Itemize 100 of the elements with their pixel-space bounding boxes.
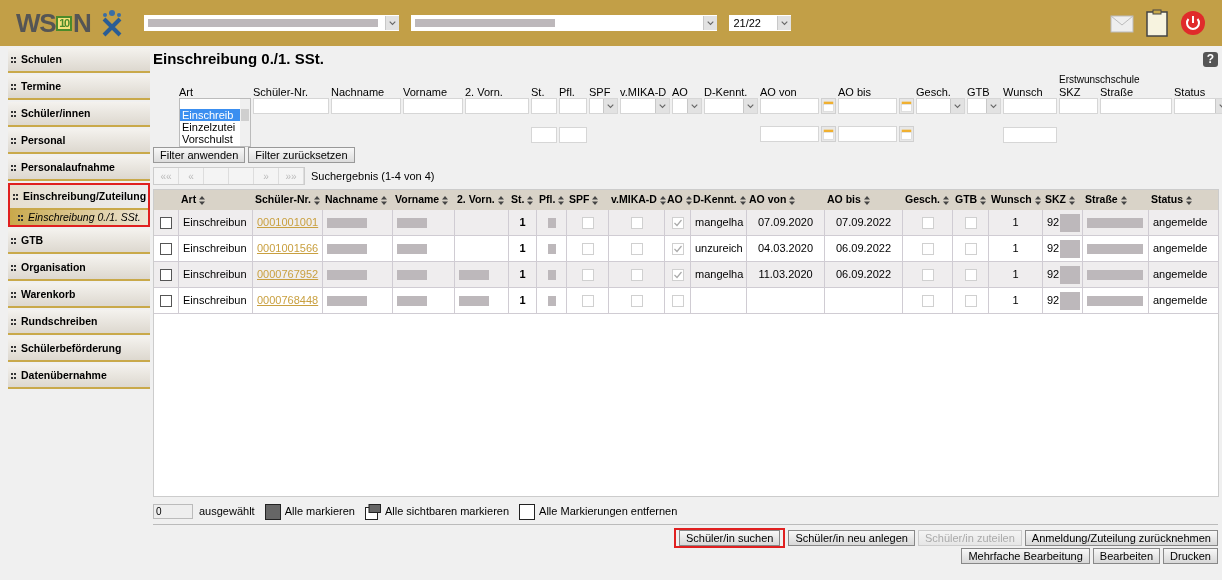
filter-label: SPF — [589, 85, 611, 98]
sort-icon — [739, 195, 746, 205]
input-field[interactable] — [465, 98, 529, 115]
power-icon[interactable] — [1180, 10, 1206, 36]
column-header[interactable]: St. — [508, 192, 536, 208]
sidebar-item[interactable]: Personalaufnahme — [8, 156, 150, 181]
grip-icon — [18, 214, 23, 221]
mark-action[interactable]: Alle sichtbaren markieren — [364, 503, 510, 520]
input-field[interactable] — [1100, 98, 1172, 115]
select-field[interactable] — [1174, 98, 1222, 114]
column-header[interactable]: Schüler-Nr. — [252, 192, 322, 208]
action-button[interactable]: Mehrfache Bearbeitung — [961, 548, 1090, 564]
sidebar-item[interactable]: GTB — [8, 229, 150, 254]
redacted-block — [1060, 213, 1081, 232]
clipboard-icon[interactable] — [1146, 9, 1168, 37]
column-header[interactable]: AO von — [746, 192, 824, 208]
sidebar-item[interactable]: Schüler/innen — [8, 102, 150, 127]
action-button[interactable]: Drucken — [1163, 548, 1218, 564]
calendar-icon[interactable] — [899, 98, 914, 114]
class-select[interactable] — [411, 15, 718, 31]
select-field[interactable] — [620, 98, 670, 114]
mark-action[interactable]: Alle Markierungen entfernen — [519, 503, 678, 520]
input-field[interactable] — [760, 98, 819, 114]
input-field[interactable] — [1059, 98, 1098, 115]
input-field[interactable] — [760, 126, 819, 142]
listbox[interactable]: Einschreib Einzelzutei Vorschulst — [179, 97, 251, 147]
action-button[interactable]: Bearbeiten — [1092, 548, 1161, 564]
sidebar-item[interactable]: Personal — [8, 129, 150, 154]
column-header[interactable]: Status — [1148, 192, 1218, 208]
redacted-block — [1087, 269, 1143, 280]
filled-square-icon — [264, 503, 281, 520]
input-field[interactable] — [403, 98, 463, 115]
checkbox[interactable] — [160, 242, 172, 255]
checkbox[interactable] — [160, 216, 172, 229]
sidebar-item[interactable]: Schulen — [8, 48, 150, 73]
sidebar-item[interactable]: Einschreibung/Zuteilung — [10, 185, 148, 210]
input-field[interactable] — [331, 98, 401, 115]
action-button[interactable]: Schüler/in neu anlegen — [788, 530, 915, 546]
help-button[interactable]: ? — [1203, 51, 1218, 67]
column-header[interactable]: GTB — [952, 192, 988, 208]
input-field[interactable] — [559, 126, 587, 143]
envelope-icon[interactable] — [1110, 13, 1134, 33]
filter-label: Vorname — [403, 85, 448, 98]
input-field[interactable] — [838, 98, 897, 114]
column-header[interactable]: AO bis — [824, 192, 902, 208]
selected-count-field[interactable]: 0 — [153, 504, 193, 519]
input-field[interactable] — [531, 126, 557, 143]
grip-icon — [11, 372, 16, 379]
sidebar-item[interactable]: Rundschreiben — [8, 310, 150, 335]
column-header[interactable]: Straße — [1082, 192, 1148, 208]
column-header[interactable]: AO — [664, 192, 690, 208]
sidebar-subitem[interactable]: Einschreibung 0./1. SSt. — [10, 210, 148, 225]
checkbox[interactable] — [160, 268, 172, 281]
sidebar-item[interactable]: Organisation — [8, 256, 150, 281]
sort-icon — [314, 195, 321, 205]
redacted-block — [1087, 243, 1143, 254]
school-year-select[interactable]: 21/22 — [729, 15, 792, 31]
column-header[interactable]: SPF — [566, 192, 608, 208]
input-field[interactable] — [1003, 126, 1057, 143]
calendar-icon[interactable] — [821, 98, 836, 114]
column-header[interactable]: Pfl. — [536, 192, 566, 208]
column-header[interactable]: SKZ — [1042, 192, 1082, 208]
filter-button[interactable]: Filter zurücksetzen — [248, 147, 355, 163]
scrollbar-thumb[interactable] — [241, 108, 249, 121]
mark-action[interactable]: Alle markieren — [264, 503, 355, 520]
input-field[interactable] — [531, 98, 557, 115]
sidebar-item[interactable]: Termine — [8, 75, 150, 100]
column-header[interactable]: Nachname — [322, 192, 392, 208]
calendar-icon[interactable] — [899, 126, 914, 142]
input-field[interactable] — [838, 126, 897, 142]
listbox-option[interactable]: Einzelzutei — [180, 120, 240, 133]
column-header[interactable]: Vorname — [392, 192, 454, 208]
select-field[interactable] — [916, 98, 965, 114]
action-button[interactable]: Schüler/in suchen — [678, 530, 781, 546]
select-field[interactable] — [589, 98, 618, 114]
calendar-icon[interactable] — [821, 126, 836, 142]
column-header[interactable]: D-Kennt. — [690, 192, 746, 208]
filter-button[interactable]: Filter anwenden — [153, 147, 246, 163]
input-field[interactable] — [253, 98, 329, 115]
select-field[interactable] — [672, 98, 702, 114]
sort-icon — [199, 195, 206, 205]
column-header[interactable]: Art — [178, 192, 252, 208]
action-button[interactable]: Anmeldung/Zuteilung zurücknehmen — [1024, 530, 1218, 546]
column-header[interactable]: Gesch. — [902, 192, 952, 208]
sidebar-item[interactable]: Datenübernahme — [8, 364, 150, 389]
sidebar-item[interactable]: Warenkorb — [8, 283, 150, 308]
input-field[interactable] — [559, 98, 587, 115]
select-field[interactable] — [704, 98, 758, 114]
input-field[interactable] — [1003, 98, 1057, 115]
column-header[interactable]: Wunsch — [988, 192, 1042, 208]
checkbox[interactable] — [160, 294, 172, 307]
redacted-block — [1060, 239, 1081, 258]
column-header[interactable]: 2. Vorn. — [454, 192, 508, 208]
group-label: Erstwunschschule — [1059, 74, 1140, 85]
listbox-option[interactable]: Vorschulst — [180, 132, 240, 145]
school-select[interactable] — [144, 15, 400, 31]
sidebar-item[interactable]: Schülerbeförderung — [8, 337, 150, 362]
redacted-block — [547, 217, 556, 228]
select-field[interactable] — [967, 98, 1001, 114]
column-header[interactable]: v.MIKA-D — [608, 192, 664, 208]
